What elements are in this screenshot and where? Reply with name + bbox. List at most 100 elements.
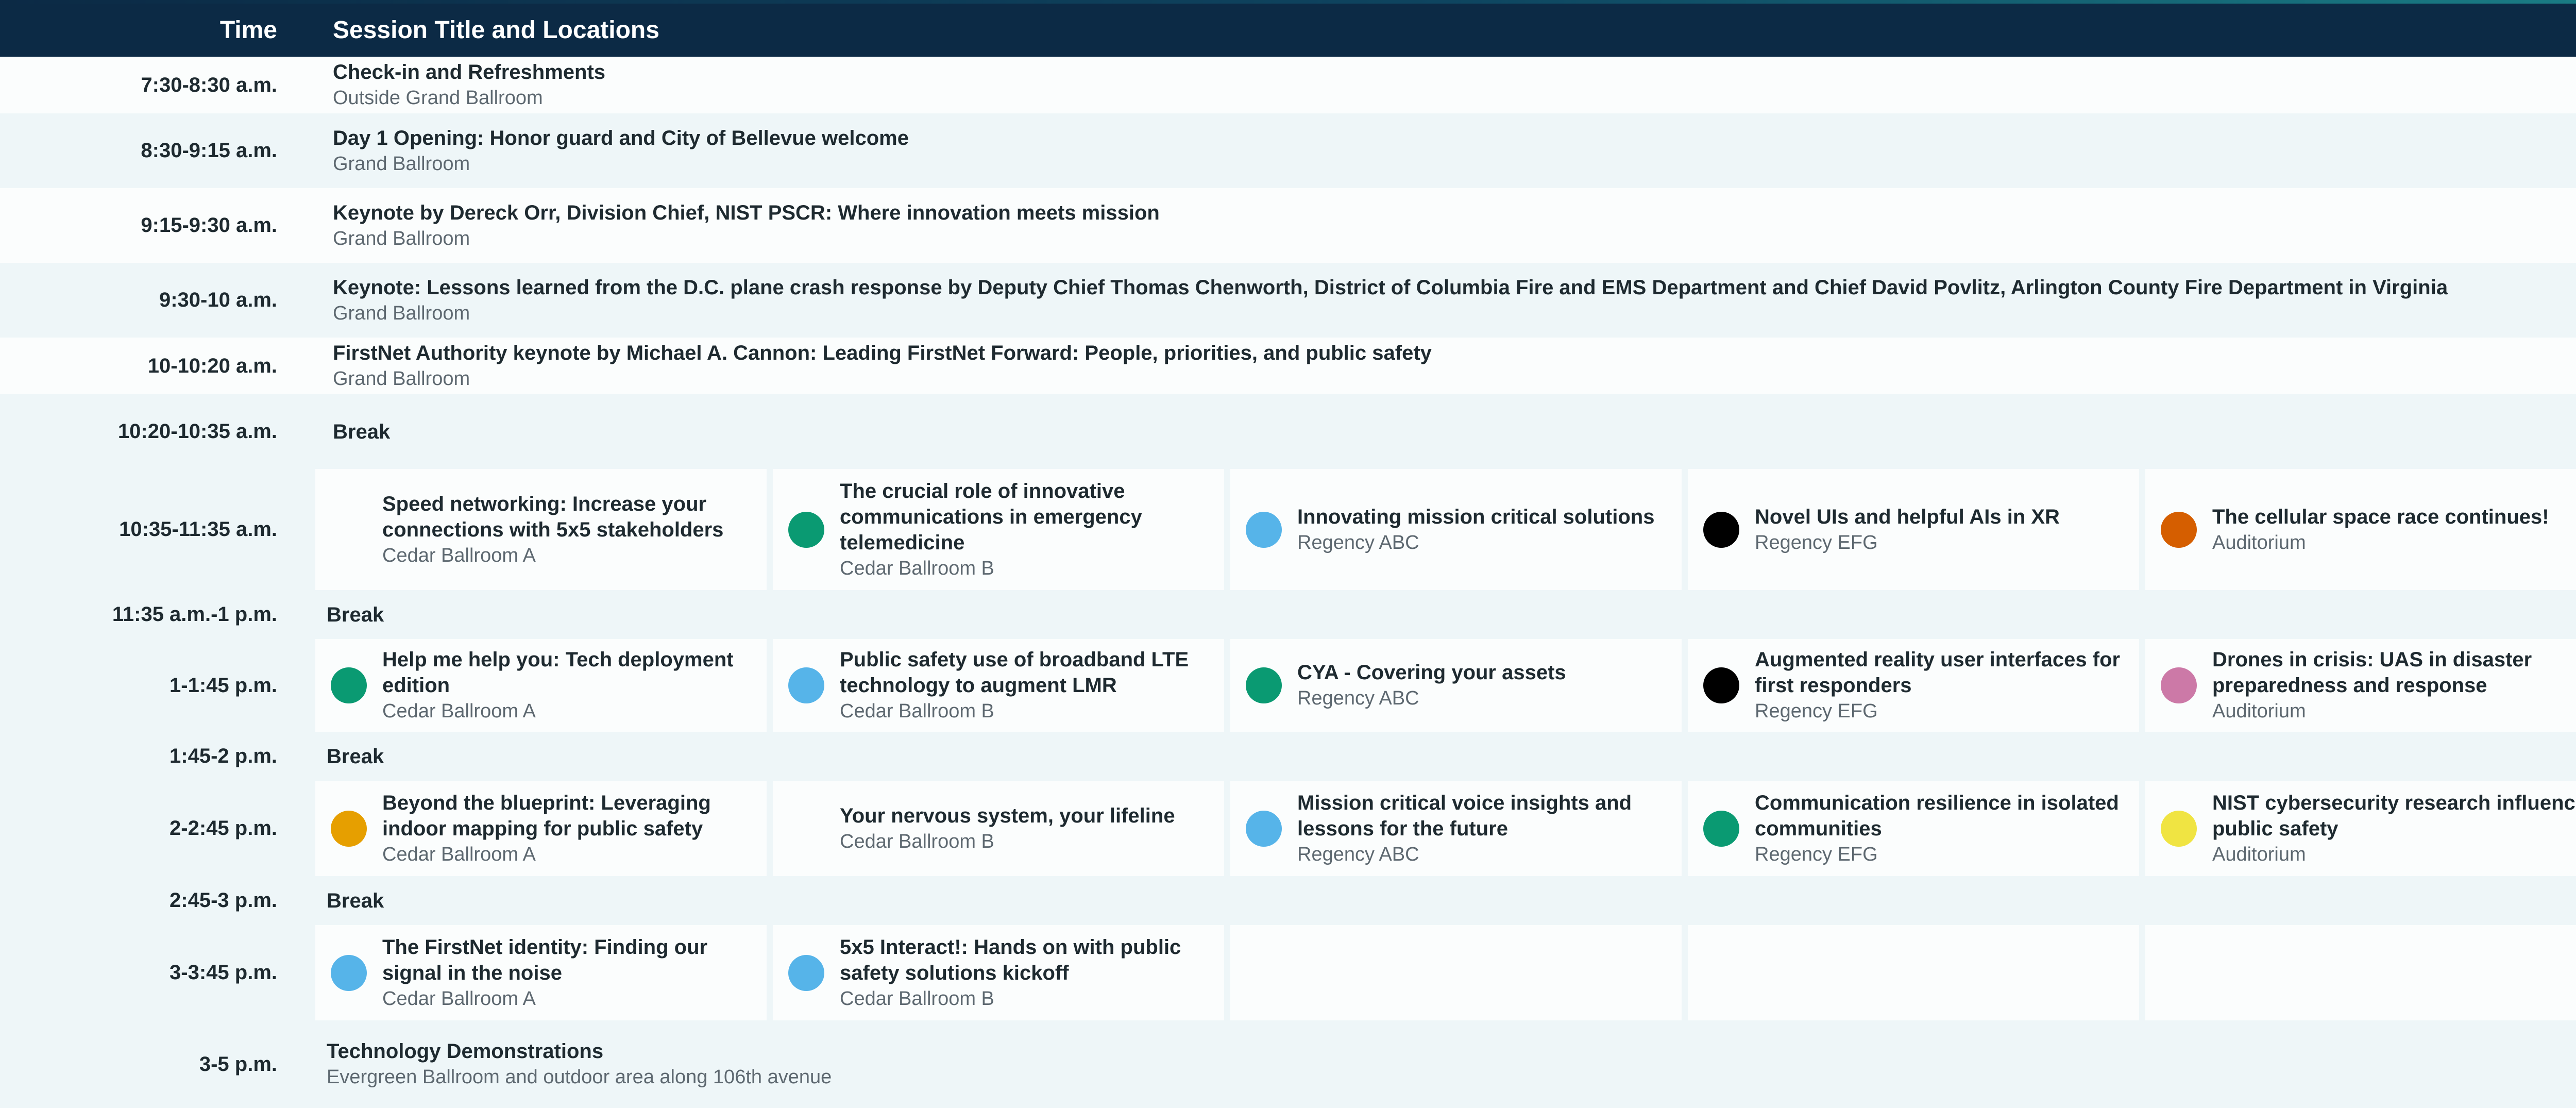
track-cell: Help me help you: Tech deployment editio…	[315, 639, 767, 732]
session-location: Regency EFG	[1755, 843, 1878, 865]
track-cell: Public safety use of broadband LTE techn…	[773, 639, 1224, 732]
table-row: 7:30-8:30 a.m. Check-in and Refreshments…	[0, 57, 2576, 113]
session-location: Cedar Ballroom B	[840, 987, 994, 1010]
track-cell: Beyond the blueprint: Leveraging indoor …	[315, 781, 767, 876]
track-cell: Drones in crisis: UAS in disaster prepar…	[2145, 639, 2576, 732]
track-cell: The crucial role of innovative communica…	[773, 469, 1224, 590]
green-track-dot-icon	[788, 511, 824, 548]
track-cell: Innovating mission critical solutions Re…	[1230, 469, 1682, 590]
track-cell-empty	[1230, 925, 1682, 1020]
session-title: 5x5 Interact!: Hands on with public safe…	[840, 935, 1181, 984]
light-blue-track-dot-icon	[1246, 511, 1282, 548]
session-title: The FirstNet identity: Finding our signa…	[382, 935, 708, 984]
session-title: Keynote: Lessons learned from the D.C. p…	[333, 276, 2448, 299]
session-title: Augmented reality user interfaces for fi…	[1755, 648, 2121, 697]
session-location: Evergreen Ballroom and outdoor area alon…	[327, 1066, 832, 1088]
time-cell: 10-10:20 a.m.	[147, 354, 277, 377]
session-location: Auditorium	[2212, 700, 2306, 722]
table-row: 2-2:45 p.m. Beyond the blueprint: Levera…	[0, 781, 2576, 876]
table-row: 3-3:45 p.m. The FirstNet identity: Findi…	[0, 925, 2576, 1020]
time-cell: 3-5 p.m.	[199, 1052, 277, 1076]
session-location: Auditorium	[2212, 843, 2306, 865]
time-cell: 1-1:45 p.m.	[170, 674, 277, 697]
yellow-track-dot-icon	[2161, 810, 2197, 847]
track-cell: Your nervous system, your lifeline Cedar…	[773, 781, 1224, 876]
track-grid: Speed networking: Increase your connecti…	[315, 469, 2576, 590]
session-title: Drones in crisis: UAS in disaster prepar…	[2212, 648, 2532, 697]
time-cell: 2:45-3 p.m.	[170, 889, 277, 912]
session-cell: FirstNet Authority keynote by Michael A.…	[333, 338, 2576, 394]
session-location: Outside Grand Ballroom	[333, 87, 543, 109]
black-track-dot-icon	[1703, 511, 1739, 548]
orange-track-dot-icon	[2161, 511, 2197, 548]
green-track-dot-icon	[331, 667, 367, 703]
session-cell: Break	[327, 590, 2576, 639]
session-title: Keynote by Dereck Orr, Division Chief, N…	[333, 201, 1160, 224]
pink-track-dot-icon	[2161, 667, 2197, 703]
session-cell: Day 1 Opening: Honor guard and City of B…	[333, 113, 2576, 188]
session-title: Your nervous system, your lifeline	[840, 804, 1175, 827]
session-location: Cedar Ballroom A	[382, 544, 536, 566]
table-row: 9:30-10 a.m. Keynote: Lessons learned fr…	[0, 263, 2576, 338]
time-cell: 7:30-8:30 a.m.	[141, 73, 277, 96]
time-cell: 10:35-11:35 a.m.	[119, 518, 277, 541]
black-track-dot-icon	[1703, 667, 1739, 703]
time-cell: 10:20-10:35 a.m.	[117, 420, 277, 443]
track-cell-empty	[2145, 925, 2576, 1020]
track-cell: 5x5 Interact!: Hands on with public safe…	[773, 925, 1224, 1020]
session-title: Beyond the blueprint: Leveraging indoor …	[382, 791, 711, 840]
session-cell: Break	[333, 394, 2576, 469]
table-header: Time Session Title and Locations	[0, 0, 2576, 57]
session-title: The cellular space race continues!	[2212, 505, 2549, 528]
table-row: 9:15-9:30 a.m. Keynote by Dereck Orr, Di…	[0, 188, 2576, 263]
table-row: 1-1:45 p.m. Help me help you: Tech deplo…	[0, 639, 2576, 732]
session-title: Communication resilience in isolated com…	[1755, 791, 2119, 840]
table-row: 1:45-2 p.m. Break	[0, 732, 2576, 781]
session-title: Speed networking: Increase your connecti…	[382, 492, 724, 541]
session-title: Check-in and Refreshments	[333, 61, 606, 83]
track-cell: NIST cybersecurity research influences o…	[2145, 781, 2576, 876]
session-location: Regency EFG	[1755, 531, 1878, 553]
session-cell: Check-in and Refreshments Outside Grand …	[333, 57, 2576, 113]
time-cell: 9:15-9:30 a.m.	[141, 214, 277, 237]
agenda-table: Time Session Title and Locations 7:30-8:…	[0, 0, 2576, 1108]
session-title: Technology Demonstrations	[327, 1040, 604, 1063]
table-row: 11:35 a.m.-1 p.m. Break	[0, 590, 2576, 639]
time-cell: 8:30-9:15 a.m.	[141, 139, 277, 162]
session-location: Cedar Ballroom B	[840, 557, 994, 579]
session-location: Cedar Ballroom A	[382, 987, 536, 1010]
time-cell: 1:45-2 p.m.	[170, 745, 277, 767]
track-cell: Communication resilience in isolated com…	[1688, 781, 2139, 876]
session-location: Grand Ballroom	[333, 368, 470, 390]
amber-track-dot-icon	[331, 810, 367, 847]
track-grid: The FirstNet identity: Finding our signa…	[315, 925, 2576, 1020]
session-location: Auditorium	[2212, 531, 2306, 553]
session-title: CYA - Covering your assets	[1297, 661, 1566, 684]
break-label: Break	[327, 745, 384, 768]
break-label: Break	[327, 889, 384, 912]
track-cell: The cellular space race continues! Audit…	[2145, 469, 2576, 590]
table-row: 8:30-9:15 a.m. Day 1 Opening: Honor guar…	[0, 113, 2576, 188]
session-location: Grand Ballroom	[333, 227, 470, 249]
session-location: Grand Ballroom	[333, 302, 470, 324]
session-location: Grand Ballroom	[333, 153, 470, 175]
session-title: FirstNet Authority keynote by Michael A.…	[333, 342, 1432, 364]
session-title: The crucial role of innovative communica…	[840, 479, 1142, 554]
session-title: Novel UIs and helpful AIs in XR	[1755, 505, 2060, 528]
session-cell: Technology Demonstrations Evergreen Ball…	[327, 1020, 2576, 1108]
session-cell: Break	[327, 732, 2576, 781]
session-location: Regency EFG	[1755, 700, 1878, 722]
track-cell: The FirstNet identity: Finding our signa…	[315, 925, 767, 1020]
table-row: 2:45-3 p.m. Break	[0, 876, 2576, 925]
light-blue-track-dot-icon	[788, 667, 824, 703]
session-location: Regency ABC	[1297, 687, 1419, 709]
track-cell: Augmented reality user interfaces for fi…	[1688, 639, 2139, 732]
time-cell: 2-2:45 p.m.	[170, 817, 277, 840]
track-cell: CYA - Covering your assets Regency ABC	[1230, 639, 1682, 732]
track-cell: Speed networking: Increase your connecti…	[315, 469, 767, 590]
green-track-dot-icon	[1246, 667, 1282, 703]
break-label: Break	[327, 603, 384, 626]
session-cell: Keynote by Dereck Orr, Division Chief, N…	[333, 188, 2576, 263]
session-location: Cedar Ballroom B	[840, 830, 994, 852]
session-location: Regency ABC	[1297, 531, 1419, 553]
